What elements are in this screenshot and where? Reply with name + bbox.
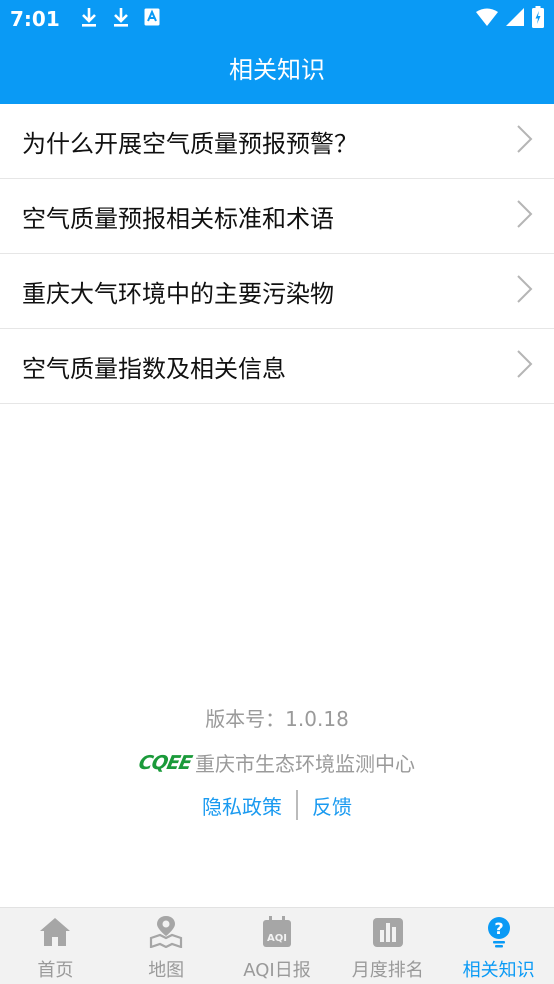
wifi-icon (476, 8, 498, 30)
map-icon (149, 916, 183, 952)
bar-chart-icon (371, 916, 405, 952)
notification-a-icon (144, 8, 160, 30)
list-item[interactable]: 空气质量预报相关标准和术语 (0, 179, 554, 254)
download-icon (80, 6, 98, 32)
tab-label: 相关知识 (462, 960, 535, 981)
list-item-label: 重庆大气环境中的主要污染物 (22, 279, 334, 308)
chevron-right-icon (516, 199, 534, 233)
list-item[interactable]: 空气质量指数及相关信息 (0, 329, 554, 404)
tab-monthly-ranking[interactable]: 月度排名 (332, 908, 443, 984)
list-item-label: 为什么开展空气质量预报预警？ (22, 129, 358, 158)
tab-home[interactable]: 首页 (0, 908, 111, 984)
app-header: 7:01 相关知识 (0, 0, 554, 104)
battery-icon (532, 6, 544, 32)
page-title: 相关知识 (229, 56, 325, 84)
list-item-label: 空气质量指数及相关信息 (22, 354, 286, 383)
tab-aqi-daily[interactable]: AQI AQI日报 (222, 908, 333, 984)
app-version: 版本号：1.0.18 (205, 707, 349, 731)
chevron-right-icon (516, 124, 534, 158)
svg-text:AQI: AQI (267, 933, 287, 944)
status-time: 7:01 (10, 7, 60, 31)
tab-map[interactable]: 地图 (111, 908, 222, 984)
link-divider (296, 790, 298, 820)
chevron-right-icon (516, 349, 534, 383)
bottom-tab-bar: 首页 地图 AQI AQI日报 月度排名 ? 相关知识 (0, 907, 554, 984)
organization-name: 重庆市生态环境监测中心 (195, 752, 416, 776)
tab-knowledge[interactable]: ? 相关知识 (443, 908, 554, 984)
tab-label: 首页 (37, 960, 74, 981)
signal-icon (506, 8, 524, 30)
chevron-right-icon (516, 274, 534, 308)
cqee-logo: CQEE (136, 751, 194, 774)
download-icon (112, 6, 130, 32)
feedback-link[interactable]: 反馈 (312, 791, 352, 820)
footer-links: 隐私政策 反馈 (0, 790, 554, 820)
list-item-label: 空气质量预报相关标准和术语 (22, 204, 334, 233)
privacy-policy-link[interactable]: 隐私政策 (202, 791, 282, 820)
tab-label: 地图 (148, 960, 185, 981)
home-icon (38, 916, 72, 952)
tab-label: 月度排名 (351, 960, 424, 981)
tab-label: AQI日报 (243, 960, 311, 981)
svg-text:?: ? (494, 919, 503, 938)
organization-info: CQEE 重庆市生态环境监测中心 (0, 748, 554, 777)
calendar-icon: AQI (260, 916, 294, 952)
status-bar: 7:01 (0, 0, 554, 38)
knowledge-list: 为什么开展空气质量预报预警？ 空气质量预报相关标准和术语 重庆大气环境中的主要污… (0, 104, 554, 404)
question-icon: ? (482, 916, 516, 952)
list-item[interactable]: 为什么开展空气质量预报预警？ (0, 104, 554, 179)
list-item[interactable]: 重庆大气环境中的主要污染物 (0, 254, 554, 329)
